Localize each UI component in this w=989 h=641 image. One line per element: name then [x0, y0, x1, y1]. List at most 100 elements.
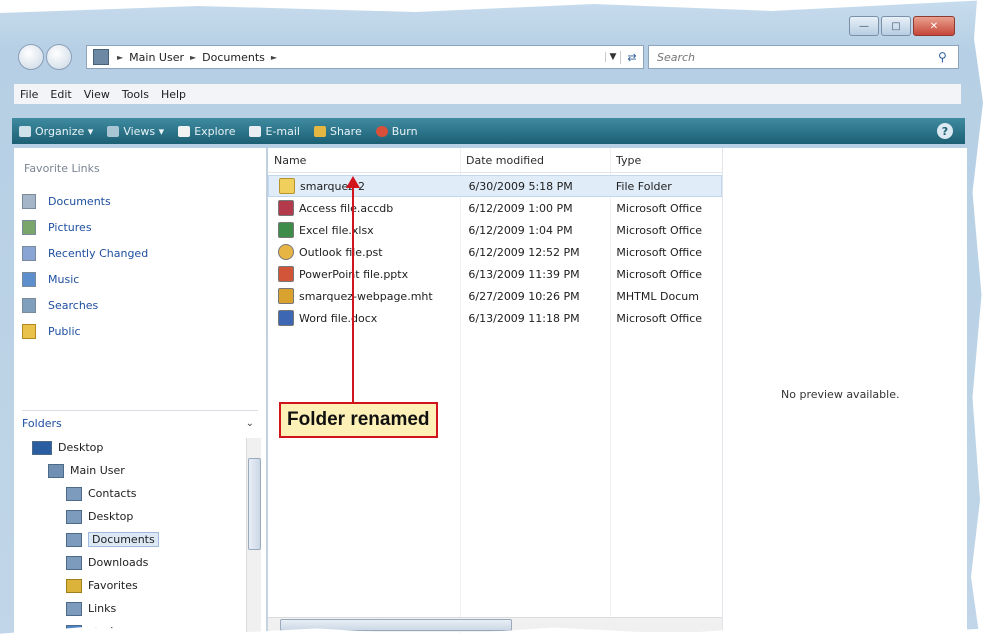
folder-icon: [279, 178, 295, 194]
excel-file-icon: [278, 222, 294, 238]
file-row[interactable]: Excel file.xlsx 6/12/2009 1:04 PM Micros…: [268, 219, 722, 241]
email-button[interactable]: E-mail: [242, 125, 307, 138]
breadcrumb-documents[interactable]: Documents: [198, 51, 269, 64]
refresh-icon[interactable]: ⇄: [620, 50, 643, 64]
maximize-button[interactable]: □: [881, 16, 911, 36]
documents-icon: [22, 193, 36, 209]
address-bar[interactable]: ► Main User ► Documents ► ▼ ⇄: [86, 45, 644, 69]
tree-item-contacts[interactable]: Contacts: [32, 482, 242, 505]
favorite-link-public[interactable]: Public: [22, 318, 148, 344]
downloads-icon: [66, 555, 82, 570]
file-date: 6/12/2009 1:00 PM: [468, 201, 573, 215]
documents-folder-icon: [66, 532, 82, 547]
organize-icon: [19, 125, 31, 137]
file-type: Microsoft Office: [616, 267, 703, 281]
organize-label: Organize: [35, 124, 85, 138]
desktop-folder-icon: [66, 509, 82, 524]
file-type: Microsoft Office: [616, 223, 703, 237]
column-headers: Name Date modified Type: [268, 148, 722, 173]
favorite-link-searches[interactable]: Searches: [22, 292, 148, 318]
burn-icon: [375, 125, 388, 137]
pane-divider[interactable]: [266, 148, 267, 638]
minimize-button[interactable]: —: [849, 16, 879, 36]
music-icon: [22, 271, 36, 287]
search-icon[interactable]: ⚲: [938, 50, 958, 64]
share-icon: [313, 125, 326, 137]
search-input[interactable]: [649, 49, 938, 65]
menu-file[interactable]: File: [14, 88, 44, 101]
navigation-bar: ► Main User ► Documents ► ▼ ⇄ ⚲: [18, 42, 959, 72]
organize-button[interactable]: Organize ▾: [12, 125, 100, 138]
tree-item-documents[interactable]: Documents: [32, 528, 242, 551]
views-label: Views: [123, 124, 156, 138]
views-button[interactable]: Views ▾: [100, 125, 171, 138]
file-name: Word file.docx: [299, 311, 378, 325]
favorite-link-label: Searches: [48, 298, 99, 312]
tree-item-favorites[interactable]: Favorites: [32, 574, 242, 597]
share-button[interactable]: Share: [307, 125, 369, 138]
file-row[interactable]: smarquez-2 6/30/2009 5:18 PM File Folder: [268, 175, 722, 197]
column-header-date-modified[interactable]: Date modified: [460, 154, 610, 167]
tree-item-label: Downloads: [88, 556, 149, 569]
column-header-type[interactable]: Type: [610, 154, 641, 167]
tree-item-desktop[interactable]: Desktop: [32, 436, 242, 459]
column-header-name[interactable]: Name: [268, 154, 460, 167]
explorer-window: — □ ✕ ► Main User ► Documents ► ▼ ⇄ ⚲ Fi…: [0, 0, 989, 641]
breadcrumb-separator-icon[interactable]: ►: [269, 53, 279, 62]
search-box[interactable]: ⚲: [648, 45, 959, 69]
favorite-link-label: Pictures: [48, 220, 92, 234]
burn-button[interactable]: Burn: [369, 125, 425, 138]
favorite-link-documents[interactable]: Documents: [22, 188, 148, 214]
links-icon: [66, 601, 82, 616]
menu-help[interactable]: Help: [155, 88, 192, 101]
file-row[interactable]: PowerPoint file.pptx 6/13/2009 11:39 PM …: [268, 263, 722, 285]
explore-icon: [178, 125, 191, 137]
file-type: Microsoft Office: [616, 201, 703, 215]
breadcrumb-main-user[interactable]: Main User: [125, 51, 188, 64]
callout-label: Folder renamed: [279, 402, 438, 438]
recently-changed-icon: [22, 245, 36, 261]
views-icon: [107, 125, 120, 137]
folders-title: Folders: [22, 416, 62, 430]
tree-item-downloads[interactable]: Downloads: [32, 551, 242, 574]
favorites-icon: [66, 578, 82, 593]
burn-label: Burn: [391, 124, 418, 138]
email-icon: [249, 125, 262, 137]
chevron-down-icon[interactable]: ⌄: [246, 418, 254, 429]
file-row[interactable]: Word file.docx 6/13/2009 11:18 PM Micros…: [268, 307, 722, 329]
file-date: 6/13/2009 11:18 PM: [468, 311, 580, 325]
favorite-link-pictures[interactable]: Pictures: [22, 214, 148, 240]
tree-item-links[interactable]: Links: [32, 597, 242, 620]
tree-item-label: Favorites: [88, 579, 138, 592]
explore-button[interactable]: Explore: [171, 125, 242, 138]
tree-item-desktop-sub[interactable]: Desktop: [32, 505, 242, 528]
back-button[interactable]: [18, 44, 44, 70]
file-row[interactable]: Outlook file.pst 6/12/2009 12:52 PM Micr…: [268, 241, 722, 263]
file-row[interactable]: smarquez-webpage.mht 6/27/2009 10:26 PM …: [268, 285, 722, 307]
contacts-icon: [66, 486, 82, 501]
forward-button[interactable]: [46, 44, 72, 70]
favorite-links-title: Favorite Links: [24, 162, 100, 175]
close-button[interactable]: ✕: [913, 16, 955, 36]
powerpoint-file-icon: [278, 266, 294, 282]
tree-item-main-user[interactable]: Main User: [32, 459, 242, 482]
favorite-link-label: Public: [48, 324, 81, 338]
favorite-link-recently-changed[interactable]: Recently Changed: [22, 240, 148, 266]
navigation-pane: Favorite Links Documents Pictures Recent…: [14, 148, 266, 639]
folder-tree-scrollbar[interactable]: [246, 438, 261, 638]
outlook-file-icon: [278, 244, 294, 260]
favorite-link-music[interactable]: Music: [22, 266, 148, 292]
scrollbar-thumb[interactable]: [248, 458, 261, 550]
file-date: 6/12/2009 12:52 PM: [468, 245, 580, 259]
help-icon[interactable]: ?: [937, 123, 953, 139]
menu-edit[interactable]: Edit: [44, 88, 77, 101]
file-type: Microsoft Office: [616, 245, 703, 259]
file-row[interactable]: Access file.accdb 6/12/2009 1:00 PM Micr…: [268, 197, 722, 219]
public-folder-icon: [22, 323, 36, 339]
folders-header[interactable]: Folders ⌄: [22, 410, 258, 435]
address-dropdown-icon[interactable]: ▼: [605, 52, 620, 62]
menu-tools[interactable]: Tools: [116, 88, 155, 101]
file-type: Microsoft Office: [616, 311, 703, 325]
menu-view[interactable]: View: [78, 88, 116, 101]
file-date: 6/30/2009 5:18 PM: [468, 179, 573, 193]
